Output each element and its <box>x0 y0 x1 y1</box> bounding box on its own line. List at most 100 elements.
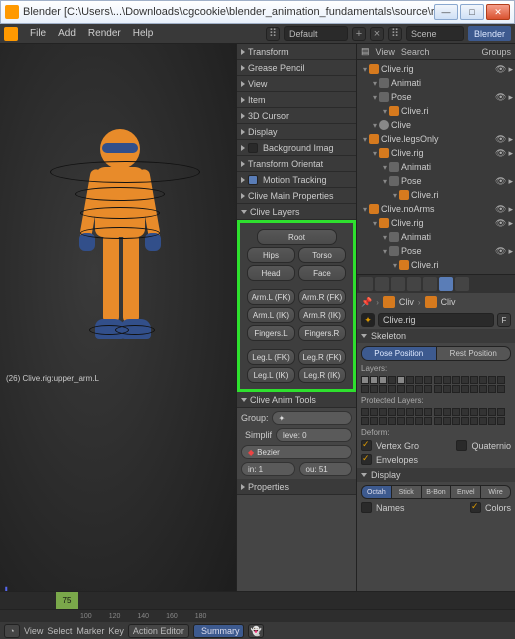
range-out[interactable]: ou: 51 <box>299 462 353 476</box>
draw-stick[interactable]: Stick <box>392 485 422 499</box>
tab-armature-icon[interactable] <box>439 277 453 291</box>
outliner-search-menu[interactable]: Search <box>401 47 430 57</box>
ds-marker[interactable]: Marker <box>76 626 104 636</box>
layer-leg-l-ik-button[interactable]: Leg.L (IK) <box>247 367 295 383</box>
outliner-view-menu[interactable]: View <box>376 47 395 57</box>
ds-mode[interactable]: Action Editor <box>128 624 189 638</box>
layer-arm-l-ik-button[interactable]: Arm.L (IK) <box>247 307 295 323</box>
playhead[interactable]: 75 <box>56 592 78 609</box>
panel-3d-cursor[interactable]: 3D Cursor <box>237 108 356 124</box>
protected-layers[interactable] <box>361 408 511 425</box>
panel-display[interactable]: Display <box>237 124 356 140</box>
outliner-editor-icon[interactable]: ▤ <box>361 46 370 57</box>
panel-view[interactable]: View <box>237 76 356 92</box>
tree-row[interactable]: ▾Clive <box>357 118 515 132</box>
panel-grease-pencil[interactable]: Grease Pencil <box>237 60 356 76</box>
layer-head-button[interactable]: Head <box>247 265 295 281</box>
simplify-level[interactable]: leve: 0 <box>276 428 352 442</box>
layer-fingers-r-button[interactable]: Fingers.R <box>298 325 346 341</box>
colors-checkbox[interactable] <box>470 502 481 513</box>
layer-fingers-l-button[interactable]: Fingers.L <box>247 325 295 341</box>
ds-summary-button[interactable]: Summary <box>193 624 245 638</box>
group-field[interactable]: ✦ <box>272 411 352 425</box>
tab-bone-icon[interactable] <box>455 277 469 291</box>
layer-arm-r-ik-button[interactable]: Arm.R (IK) <box>298 307 346 323</box>
menu-add[interactable]: Add <box>58 28 76 39</box>
interp-dropdown[interactable]: ◆Bezier <box>241 445 352 459</box>
outliner-groups-label[interactable]: Groups <box>481 47 511 57</box>
tree-row[interactable]: ▾Clive.rig👁▸ <box>357 62 515 76</box>
panel-item[interactable]: Item <box>237 92 356 108</box>
ds-ghost-icon[interactable]: 👻 <box>248 624 264 638</box>
pose-position-button[interactable]: Pose Position <box>361 346 437 361</box>
draw-envelope[interactable]: Envel <box>451 485 481 499</box>
tree-row[interactable]: ▾Clive.ri <box>357 188 515 202</box>
layer-hips-button[interactable]: Hips <box>247 247 295 263</box>
tree-row[interactable]: ▾Clive.noArms👁▸ <box>357 202 515 216</box>
menu-render[interactable]: Render <box>88 28 121 39</box>
panel-clive-anim[interactable]: Clive Anim Tools <box>237 392 356 408</box>
layout-browse-icon[interactable]: ⠿ <box>266 27 280 41</box>
envelopes-checkbox[interactable] <box>361 454 372 465</box>
tab-constraint-icon[interactable] <box>423 277 437 291</box>
tab-world-icon[interactable] <box>391 277 405 291</box>
fake-user-button[interactable]: F <box>497 313 511 327</box>
armature-layers[interactable] <box>361 376 511 393</box>
panel-transform-orient[interactable]: Transform Orientat <box>237 156 356 172</box>
quaternion-checkbox[interactable] <box>456 440 467 451</box>
tree-row[interactable]: ▾Animati <box>357 160 515 174</box>
tree-row[interactable]: ▾Animati <box>357 230 515 244</box>
rest-position-button[interactable]: Rest Position <box>437 346 512 361</box>
tree-row[interactable]: ▾Pose👁▸ <box>357 244 515 258</box>
panel-properties[interactable]: Properties <box>237 479 356 495</box>
tab-render-icon[interactable] <box>359 277 373 291</box>
ds-select[interactable]: Select <box>47 626 72 636</box>
layer-face-button[interactable]: Face <box>298 265 346 281</box>
bg-images-checkbox[interactable] <box>248 143 258 153</box>
tree-row[interactable]: ▾Clive.rig👁▸ <box>357 146 515 160</box>
screen-layout-field[interactable]: Default <box>284 26 348 41</box>
maximize-button[interactable]: □ <box>460 4 484 20</box>
skeleton-panel-header[interactable]: Skeleton <box>357 329 515 343</box>
pin-icon[interactable]: 📌 <box>361 297 372 308</box>
ds-key[interactable]: Key <box>108 626 124 636</box>
outliner-tree[interactable]: ▾Clive.rig👁▸▾Animati▾Pose👁▸▾Clive.ri▾Cli… <box>357 60 515 274</box>
draw-octahedral[interactable]: Octah <box>361 485 392 499</box>
motion-tracking-checkbox[interactable] <box>248 175 258 185</box>
layer-torso-button[interactable]: Torso <box>298 247 346 263</box>
layer-arm-l-fk-button[interactable]: Arm.L (FK) <box>247 289 295 305</box>
panel-motion-tracking[interactable]: Motion Tracking <box>237 172 356 188</box>
layout-add-button[interactable]: + <box>352 27 366 41</box>
crumb-obj[interactable]: Cliv <box>399 297 414 307</box>
tree-row[interactable]: ▾Clive.legsOnly👁▸ <box>357 132 515 146</box>
dopesheet-track[interactable]: 75 <box>0 592 515 610</box>
tab-object-icon[interactable] <box>407 277 421 291</box>
panel-transform[interactable]: Transform <box>237 44 356 60</box>
minimize-button[interactable]: — <box>434 4 458 20</box>
panel-clive-main[interactable]: Clive Main Properties <box>237 188 356 204</box>
close-button[interactable]: ✕ <box>486 4 510 20</box>
crumb-arm[interactable]: Cliv <box>441 297 456 307</box>
tab-scene-icon[interactable] <box>375 277 389 291</box>
layer-leg-r-fk-button[interactable]: Leg.R (FK) <box>298 349 346 365</box>
draw-bbone[interactable]: B-Bon <box>422 485 452 499</box>
armature-name-field[interactable]: Clive.rig <box>378 313 494 327</box>
3d-viewport[interactable]: Camera Persp (26) <box>0 44 236 639</box>
layer-leg-l-fk-button[interactable]: Leg.L (FK) <box>247 349 295 365</box>
armature-datablock-icon[interactable]: ✦ <box>361 313 375 327</box>
ds-view[interactable]: View <box>24 626 43 636</box>
tree-row[interactable]: ▾Pose👁▸ <box>357 90 515 104</box>
vertex-groups-checkbox[interactable] <box>361 440 372 451</box>
display-panel-header[interactable]: Display <box>357 468 515 482</box>
layout-del-button[interactable]: × <box>370 27 384 41</box>
tree-row[interactable]: ▾Clive.ri <box>357 104 515 118</box>
layer-arm-r-fk-button[interactable]: Arm.R (FK) <box>298 289 346 305</box>
menu-file[interactable]: File <box>30 28 46 39</box>
scene-field[interactable]: Scene <box>406 26 464 41</box>
dopesheet-editor-icon[interactable]: ◔ <box>4 624 20 638</box>
blender-logo-icon[interactable] <box>4 27 18 41</box>
tree-row[interactable]: ▾Animati <box>357 76 515 90</box>
layer-root-button[interactable]: Root <box>257 229 337 245</box>
draw-wire[interactable]: Wire <box>481 485 511 499</box>
scene-browse-icon[interactable]: ⠿ <box>388 27 402 41</box>
